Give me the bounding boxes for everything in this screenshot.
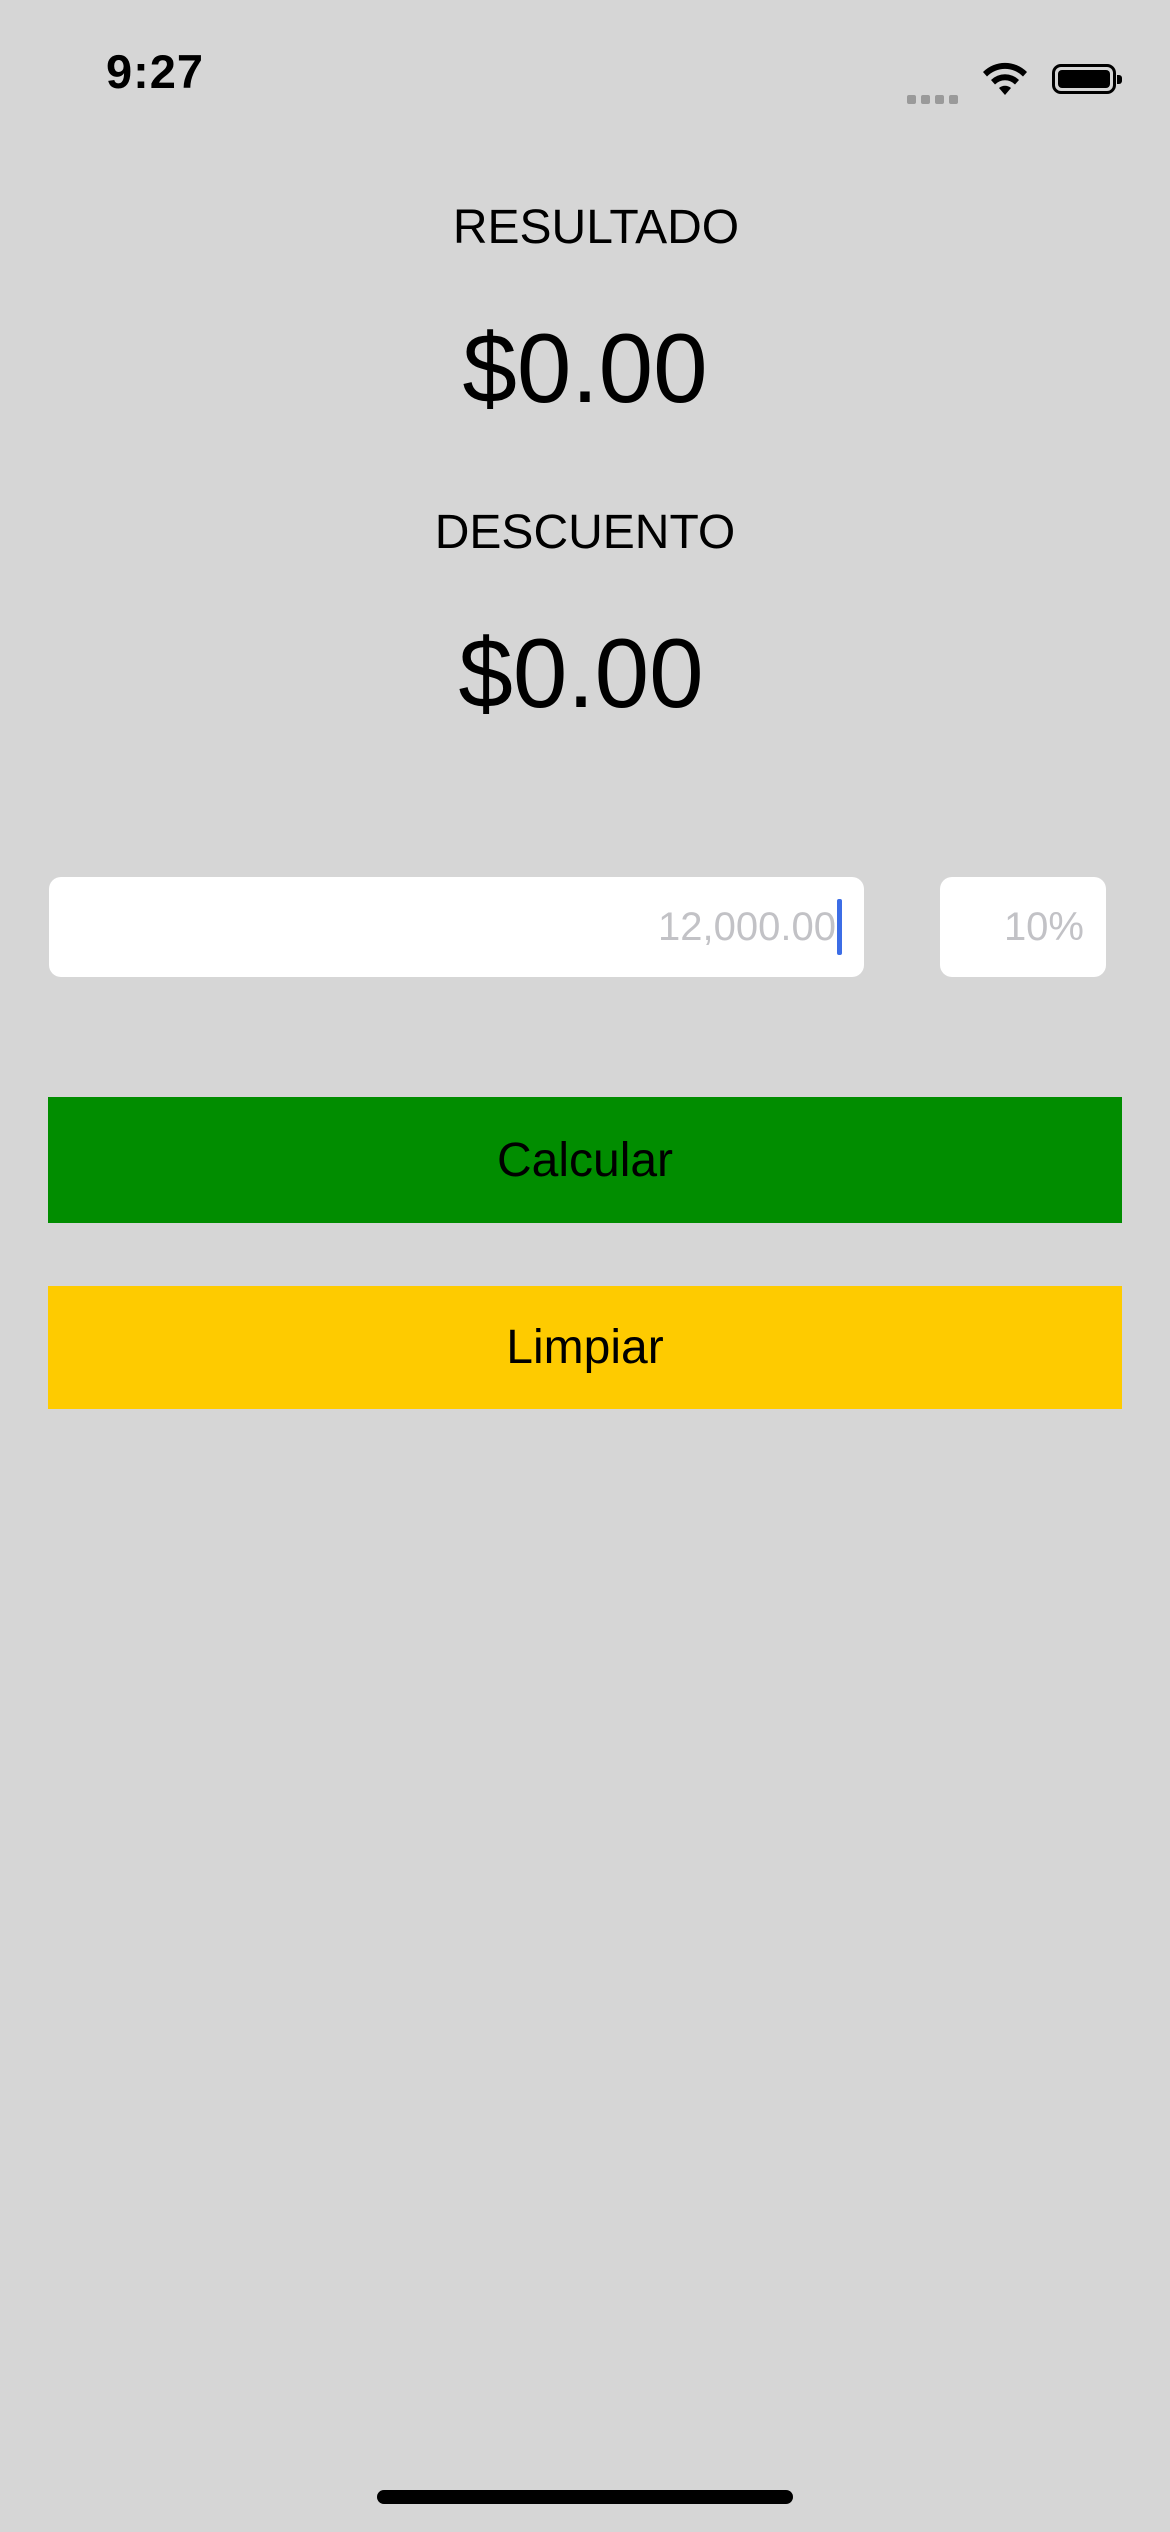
limpiar-button[interactable]: Limpiar <box>48 1286 1122 1409</box>
status-bar: 9:27 <box>0 0 1170 150</box>
wifi-icon <box>983 62 1027 95</box>
percent-field-container[interactable] <box>940 877 1106 977</box>
calcular-button[interactable]: Calcular <box>48 1097 1122 1223</box>
battery-icon <box>1052 64 1122 94</box>
status-time: 9:27 <box>106 45 205 98</box>
result-value: $0.00 <box>462 313 708 423</box>
amount-field-container[interactable] <box>49 877 864 977</box>
percent-input[interactable] <box>940 904 1084 950</box>
status-icons <box>907 54 1122 104</box>
text-cursor <box>837 899 842 955</box>
discount-value: $0.00 <box>458 618 704 728</box>
cellular-signal-icon <box>907 54 958 104</box>
discount-label: DESCUENTO <box>434 506 736 559</box>
result-label: RESULTADO <box>452 201 740 254</box>
amount-input[interactable] <box>116 904 836 950</box>
home-indicator[interactable] <box>377 2490 793 2504</box>
